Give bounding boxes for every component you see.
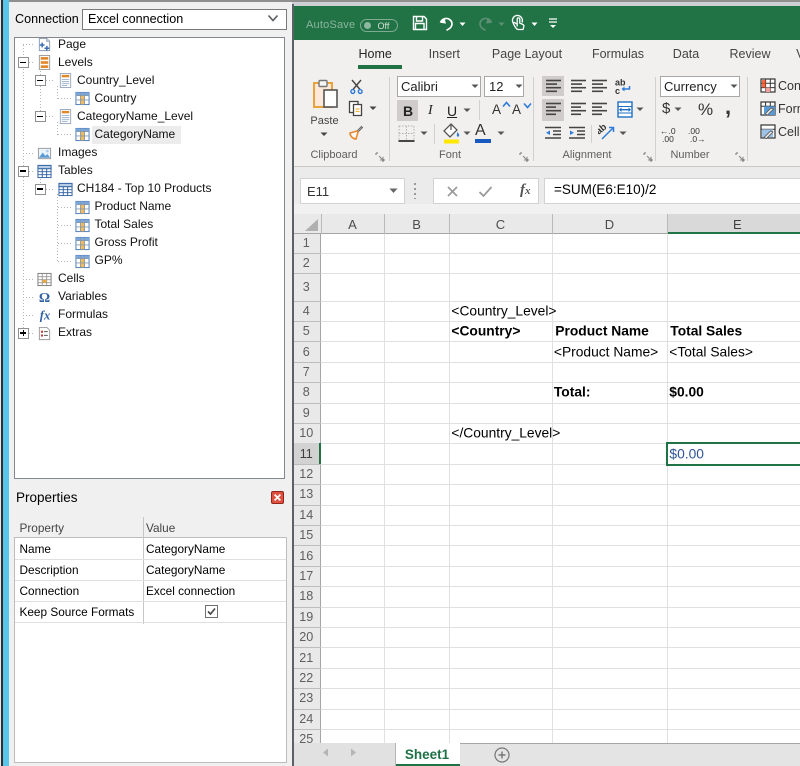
svg-text:Ω: Ω xyxy=(39,290,50,305)
svg-text:.00: .00 xyxy=(662,134,674,143)
svg-text:ab: ab xyxy=(598,124,609,137)
svg-text:c: c xyxy=(615,86,620,95)
svg-text:fx: fx xyxy=(40,308,51,322)
svg-text:.0→: .0→ xyxy=(690,134,706,143)
